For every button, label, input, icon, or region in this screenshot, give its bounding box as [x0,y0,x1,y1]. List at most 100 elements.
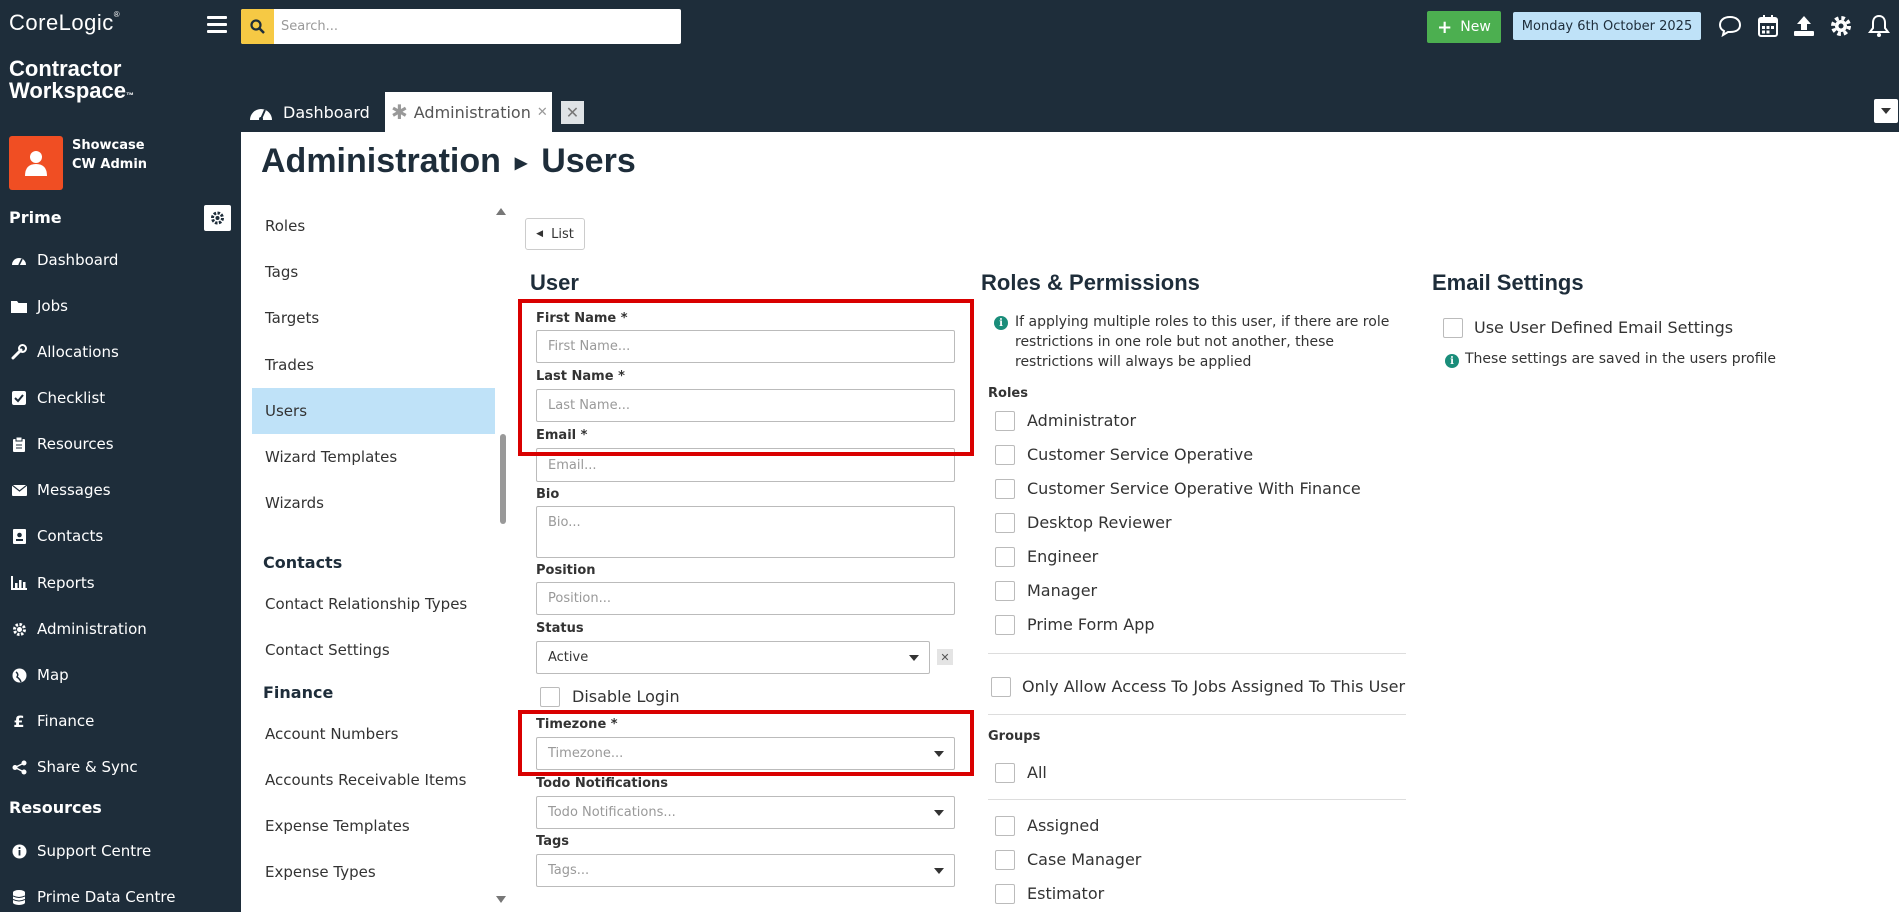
pound-icon: £ [13,711,25,731]
role-manager-checkbox[interactable] [995,581,1015,601]
upload-icon[interactable] [1792,14,1816,38]
only-assigned-jobs-checkbox[interactable] [991,677,1011,697]
sidebar-item-messages[interactable]: Messages [10,475,111,505]
position-input[interactable] [536,582,955,615]
list-button-label: List [551,226,574,242]
sidebar-item-reports[interactable]: Reports [10,568,95,598]
calendar-icon[interactable] [1756,14,1780,38]
role-cso-checkbox[interactable] [995,445,1015,465]
role-administrator-checkbox[interactable] [995,411,1015,431]
corelogic-logo[interactable]: CoreLogic® [9,10,120,36]
avatar[interactable] [9,136,63,190]
admin-nav-wizard-templates[interactable]: Wizard Templates [252,434,495,480]
role-engineer-checkbox[interactable] [995,547,1015,567]
scroll-up-arrow-icon[interactable] [496,208,506,215]
admin-nav-accounts-receivable-items[interactable]: Accounts Receivable Items [252,757,495,803]
admin-nav-account-numbers[interactable]: Account Numbers [252,711,495,757]
tab-dashboard[interactable]: Dashboard [249,92,377,132]
dashboard-tab-icon [249,102,273,122]
admin-nav-scrollbar[interactable] [496,208,506,903]
caret-left-icon: ◀ [536,229,544,239]
admin-nav-contact-relationship-types[interactable]: Contact Relationship Types [252,581,495,627]
admin-nav-trades[interactable]: Trades [252,342,495,388]
sidebar-item-allocations[interactable]: Allocations [10,337,119,367]
sidebar-item-label: Allocations [37,343,119,361]
roles-info-text: If applying multiple roles to this user,… [1015,314,1390,370]
group-assigned-checkbox[interactable] [995,816,1015,836]
sidebar-item-label: Share & Sync [37,758,138,776]
position-label: Position [536,563,596,578]
admin-nav-contact-settings[interactable]: Contact Settings [252,627,495,673]
sidebar-item-resources[interactable]: Resources [10,429,114,459]
chat-icon[interactable] [1718,14,1742,38]
admin-nav-expense-types[interactable]: Expense Types [252,849,495,895]
todo-notifications-placeholder: Todo Notifications... [548,805,676,820]
date-display[interactable]: Monday 6th October 2025 [1513,12,1701,40]
scroll-down-arrow-icon[interactable] [496,896,506,903]
checkbox-icon [10,390,28,406]
annotation-highlight-name-fields [518,299,974,456]
close-all-tabs-icon[interactable]: ✕ [561,101,584,124]
annotation-highlight-timezone [518,710,974,776]
admin-nav-wizards[interactable]: Wizards [252,480,495,526]
globe-icon [10,667,28,683]
admin-nav-users[interactable]: Users [252,388,495,434]
sidebar-item-label: Checklist [37,389,106,407]
group-estimator-checkbox[interactable] [995,884,1015,904]
section-prime: Prime [9,208,62,227]
tab-menu-chevron-down-icon[interactable] [1874,99,1898,123]
tab-close-icon[interactable]: ✕ [537,105,548,120]
sidebar-item-finance[interactable]: £ Finance [10,706,94,736]
sidebar: CoreLogic® Contractor Workspace™ Showcas… [0,0,241,912]
envelope-icon [10,482,28,498]
user-info[interactable]: Showcase CW Admin [72,136,147,174]
sidebar-item-jobs[interactable]: Jobs [10,291,68,321]
breadcrumb-administration[interactable]: Administration [261,142,501,180]
search-icon[interactable] [241,9,274,44]
app-name-mark: ™ [125,91,134,100]
admin-nav-tags[interactable]: Tags [252,249,495,295]
tags-select[interactable]: Tags... [536,854,955,887]
divider [988,799,1406,800]
sidebar-item-support-centre[interactable]: Support Centre [10,836,151,866]
settings-gear-icon[interactable] [1829,14,1853,38]
admin-nav-scroll-thumb[interactable] [500,434,506,524]
use-user-defined-email-checkbox[interactable] [1443,318,1463,338]
admin-nav-expense-templates[interactable]: Expense Templates [252,803,495,849]
admin-nav: Roles Tags Targets Trades Users Wizard T… [252,203,495,903]
divider [988,714,1406,715]
role-desktop-reviewer-checkbox[interactable] [995,513,1015,533]
admin-nav-roles[interactable]: Roles [252,203,495,249]
search-input[interactable] [279,9,674,44]
group-assigned-label: Assigned [1027,816,1100,835]
sidebar-item-contacts[interactable]: Contacts [10,521,103,551]
list-button[interactable]: ◀ List [525,218,585,250]
use-user-defined-email-label: Use User Defined Email Settings [1474,318,1734,337]
role-prime-form-app-checkbox[interactable] [995,615,1015,635]
admin-nav-targets[interactable]: Targets [252,295,495,341]
chevron-down-icon [934,868,944,874]
role-desktop-reviewer-label: Desktop Reviewer [1027,513,1172,532]
sidebar-item-administration[interactable]: Administration [10,614,147,644]
group-all-checkbox[interactable] [995,763,1015,783]
clear-status-icon[interactable]: ✕ [937,649,953,665]
new-button[interactable]: + New [1427,11,1501,43]
sidebar-item-map[interactable]: Map [10,660,69,690]
bell-icon[interactable] [1867,14,1891,38]
bio-textarea[interactable] [536,506,955,558]
disable-login-checkbox[interactable] [540,687,560,707]
todo-notifications-select[interactable]: Todo Notifications... [536,796,955,829]
status-select[interactable]: Active [536,641,930,674]
tab-administration[interactable]: ✱ Administration ✕ [385,92,552,132]
sidebar-item-share-sync[interactable]: Share & Sync [10,752,138,782]
sidebar-item-prime-data-centre[interactable]: Prime Data Centre [10,882,175,912]
sidebar-settings-button[interactable] [204,205,231,231]
hamburger-menu-icon[interactable] [207,16,227,34]
user-line2: CW Admin [72,157,148,172]
sidebar-item-dashboard[interactable]: Dashboard [10,245,118,275]
info-icon [10,843,28,859]
sidebar-item-checklist[interactable]: Checklist [10,383,105,413]
roles-permissions-title: Roles & Permissions [981,270,1200,295]
role-cso-finance-checkbox[interactable] [995,479,1015,499]
group-case-manager-checkbox[interactable] [995,850,1015,870]
